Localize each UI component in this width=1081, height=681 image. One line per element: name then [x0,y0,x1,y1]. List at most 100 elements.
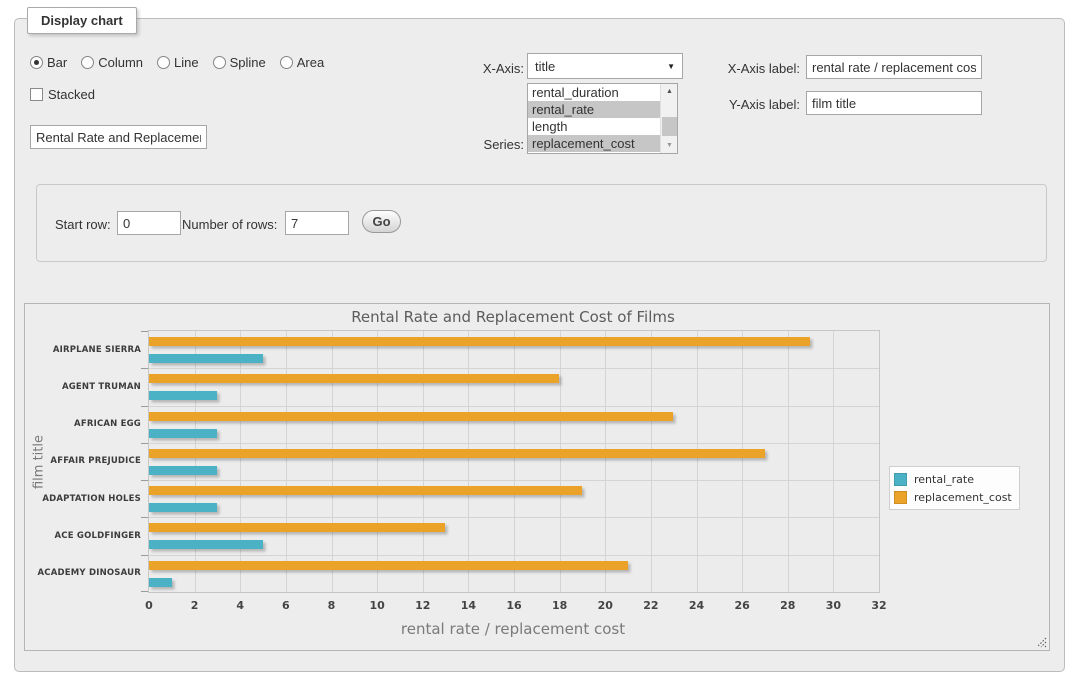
x-tick-label: 2 [175,599,215,612]
gridline [377,331,378,592]
series-option-length[interactable]: length [528,118,660,135]
gridline [240,331,241,592]
number-of-rows-label: Number of rows: [182,217,277,232]
scrollbar-down-icon[interactable]: ▼ [661,138,678,153]
bar-rental_rate [149,391,217,400]
chart-legend: rental_rate replacement_cost [889,466,1020,510]
series-option-replacement_cost[interactable]: replacement_cost [528,135,660,152]
series-select-label: Series: [440,137,524,152]
gridline [149,555,879,556]
gridline [742,331,743,592]
x-tick-label: 28 [768,599,808,612]
bar-rental_rate [149,354,263,363]
series-multiselect[interactable]: rental_durationrental_ratelengthreplacem… [527,83,678,154]
start-row-input[interactable] [117,211,181,235]
y-axis-label-input[interactable] [806,91,982,115]
x-tick-label: 22 [631,599,671,612]
x-tick-label: 10 [357,599,397,612]
gridline [833,331,834,592]
dropdown-arrow-icon: ▼ [667,62,675,71]
chart-type-radio-spline[interactable]: Spline [213,55,266,70]
legend-swatch [894,491,907,504]
number-of-rows-input[interactable] [285,211,349,235]
legend-label: replacement_cost [914,491,1012,504]
x-tick-label: 32 [859,599,899,612]
series-option-rental_rate[interactable]: rental_rate [528,101,660,118]
gridline [514,331,515,592]
chart-container: Rental Rate and Replacement Cost of Film… [24,303,1050,651]
chart-title-input[interactable] [30,125,207,149]
chart-type-radio-area[interactable]: Area [280,55,324,70]
radio-icon[interactable] [280,56,293,69]
x-tick-label: 6 [266,599,306,612]
bar-replacement_cost [149,561,628,570]
scrollbar-thumb[interactable] [662,117,677,136]
x-tick-label: 30 [813,599,853,612]
x-axis-label-label: X-Axis label: [700,61,800,76]
series-option-rental_duration[interactable]: rental_duration [528,84,660,101]
gridline [697,331,698,592]
go-button[interactable]: Go [362,210,401,233]
start-row-label: Start row: [55,217,111,232]
gridline [468,331,469,592]
x-axis-title: rental rate / replacement cost [148,620,878,638]
chart-type-radio-bar[interactable]: Bar [30,55,67,70]
chart-type-radio-column[interactable]: Column [81,55,143,70]
y-tick-mark [141,406,148,407]
radio-icon[interactable] [157,56,170,69]
legend-item: replacement_cost [894,488,1012,506]
gridline [149,480,879,481]
gridline [788,331,789,592]
legend-item: rental_rate [894,470,1012,488]
gridline [605,331,606,592]
chart-title: Rental Rate and Replacement Cost of Film… [148,308,878,326]
bar-replacement_cost [149,374,559,383]
radio-icon[interactable] [213,56,226,69]
series-scrollbar[interactable]: ▲ ▼ [660,84,677,153]
chart-type-radio-group: Bar Column Line Spline Area [30,55,338,70]
gridline [423,331,424,592]
x-tick-label: 24 [677,599,717,612]
chart-type-label: Spline [230,55,266,70]
x-tick-label: 26 [722,599,762,612]
resize-grip-icon[interactable] [1036,637,1047,648]
stacked-checkbox[interactable] [30,88,43,101]
bar-replacement_cost [149,523,445,532]
bar-replacement_cost [149,486,582,495]
series-options: rental_durationrental_ratelengthreplacem… [528,84,660,153]
x-axis-label-input[interactable] [806,55,982,79]
x-tick-label: 14 [448,599,488,612]
y-axis-title: film title [32,435,47,489]
panel-legend: Display chart [27,7,137,34]
gridline [332,331,333,592]
bar-rental_rate [149,503,217,512]
bar-rental_rate [149,466,217,475]
radio-icon[interactable] [30,56,43,69]
chart-type-label: Column [98,55,143,70]
bar-replacement_cost [149,412,673,421]
x-tick-label: 20 [585,599,625,612]
y-axis-label-label: Y-Axis label: [700,97,800,112]
chart-type-radio-line[interactable]: Line [157,55,199,70]
stacked-label: Stacked [48,87,95,102]
bar-replacement_cost [149,337,810,346]
x-tick-label: 4 [220,599,260,612]
legend-swatch [894,473,907,486]
scrollbar-up-icon[interactable]: ▲ [661,84,678,99]
bar-rental_rate [149,429,217,438]
x-tick-label: 12 [403,599,443,612]
x-tick-label: 0 [129,599,169,612]
radio-icon[interactable] [81,56,94,69]
gridline [149,443,879,444]
bar-replacement_cost [149,449,765,458]
y-tick-mark [141,443,148,444]
x-axis-selected-value: title [535,59,555,74]
y-tick-mark [141,480,148,481]
x-axis-select[interactable]: title ▼ [527,53,683,79]
x-tick-label: 16 [494,599,534,612]
y-category-label: ACE GOLDFINGER [21,517,141,554]
y-category-label: AGENT TRUMAN [21,368,141,405]
gridline [149,368,879,369]
legend-label: rental_rate [914,473,974,486]
x-axis-select-label: X-Axis: [440,61,524,76]
